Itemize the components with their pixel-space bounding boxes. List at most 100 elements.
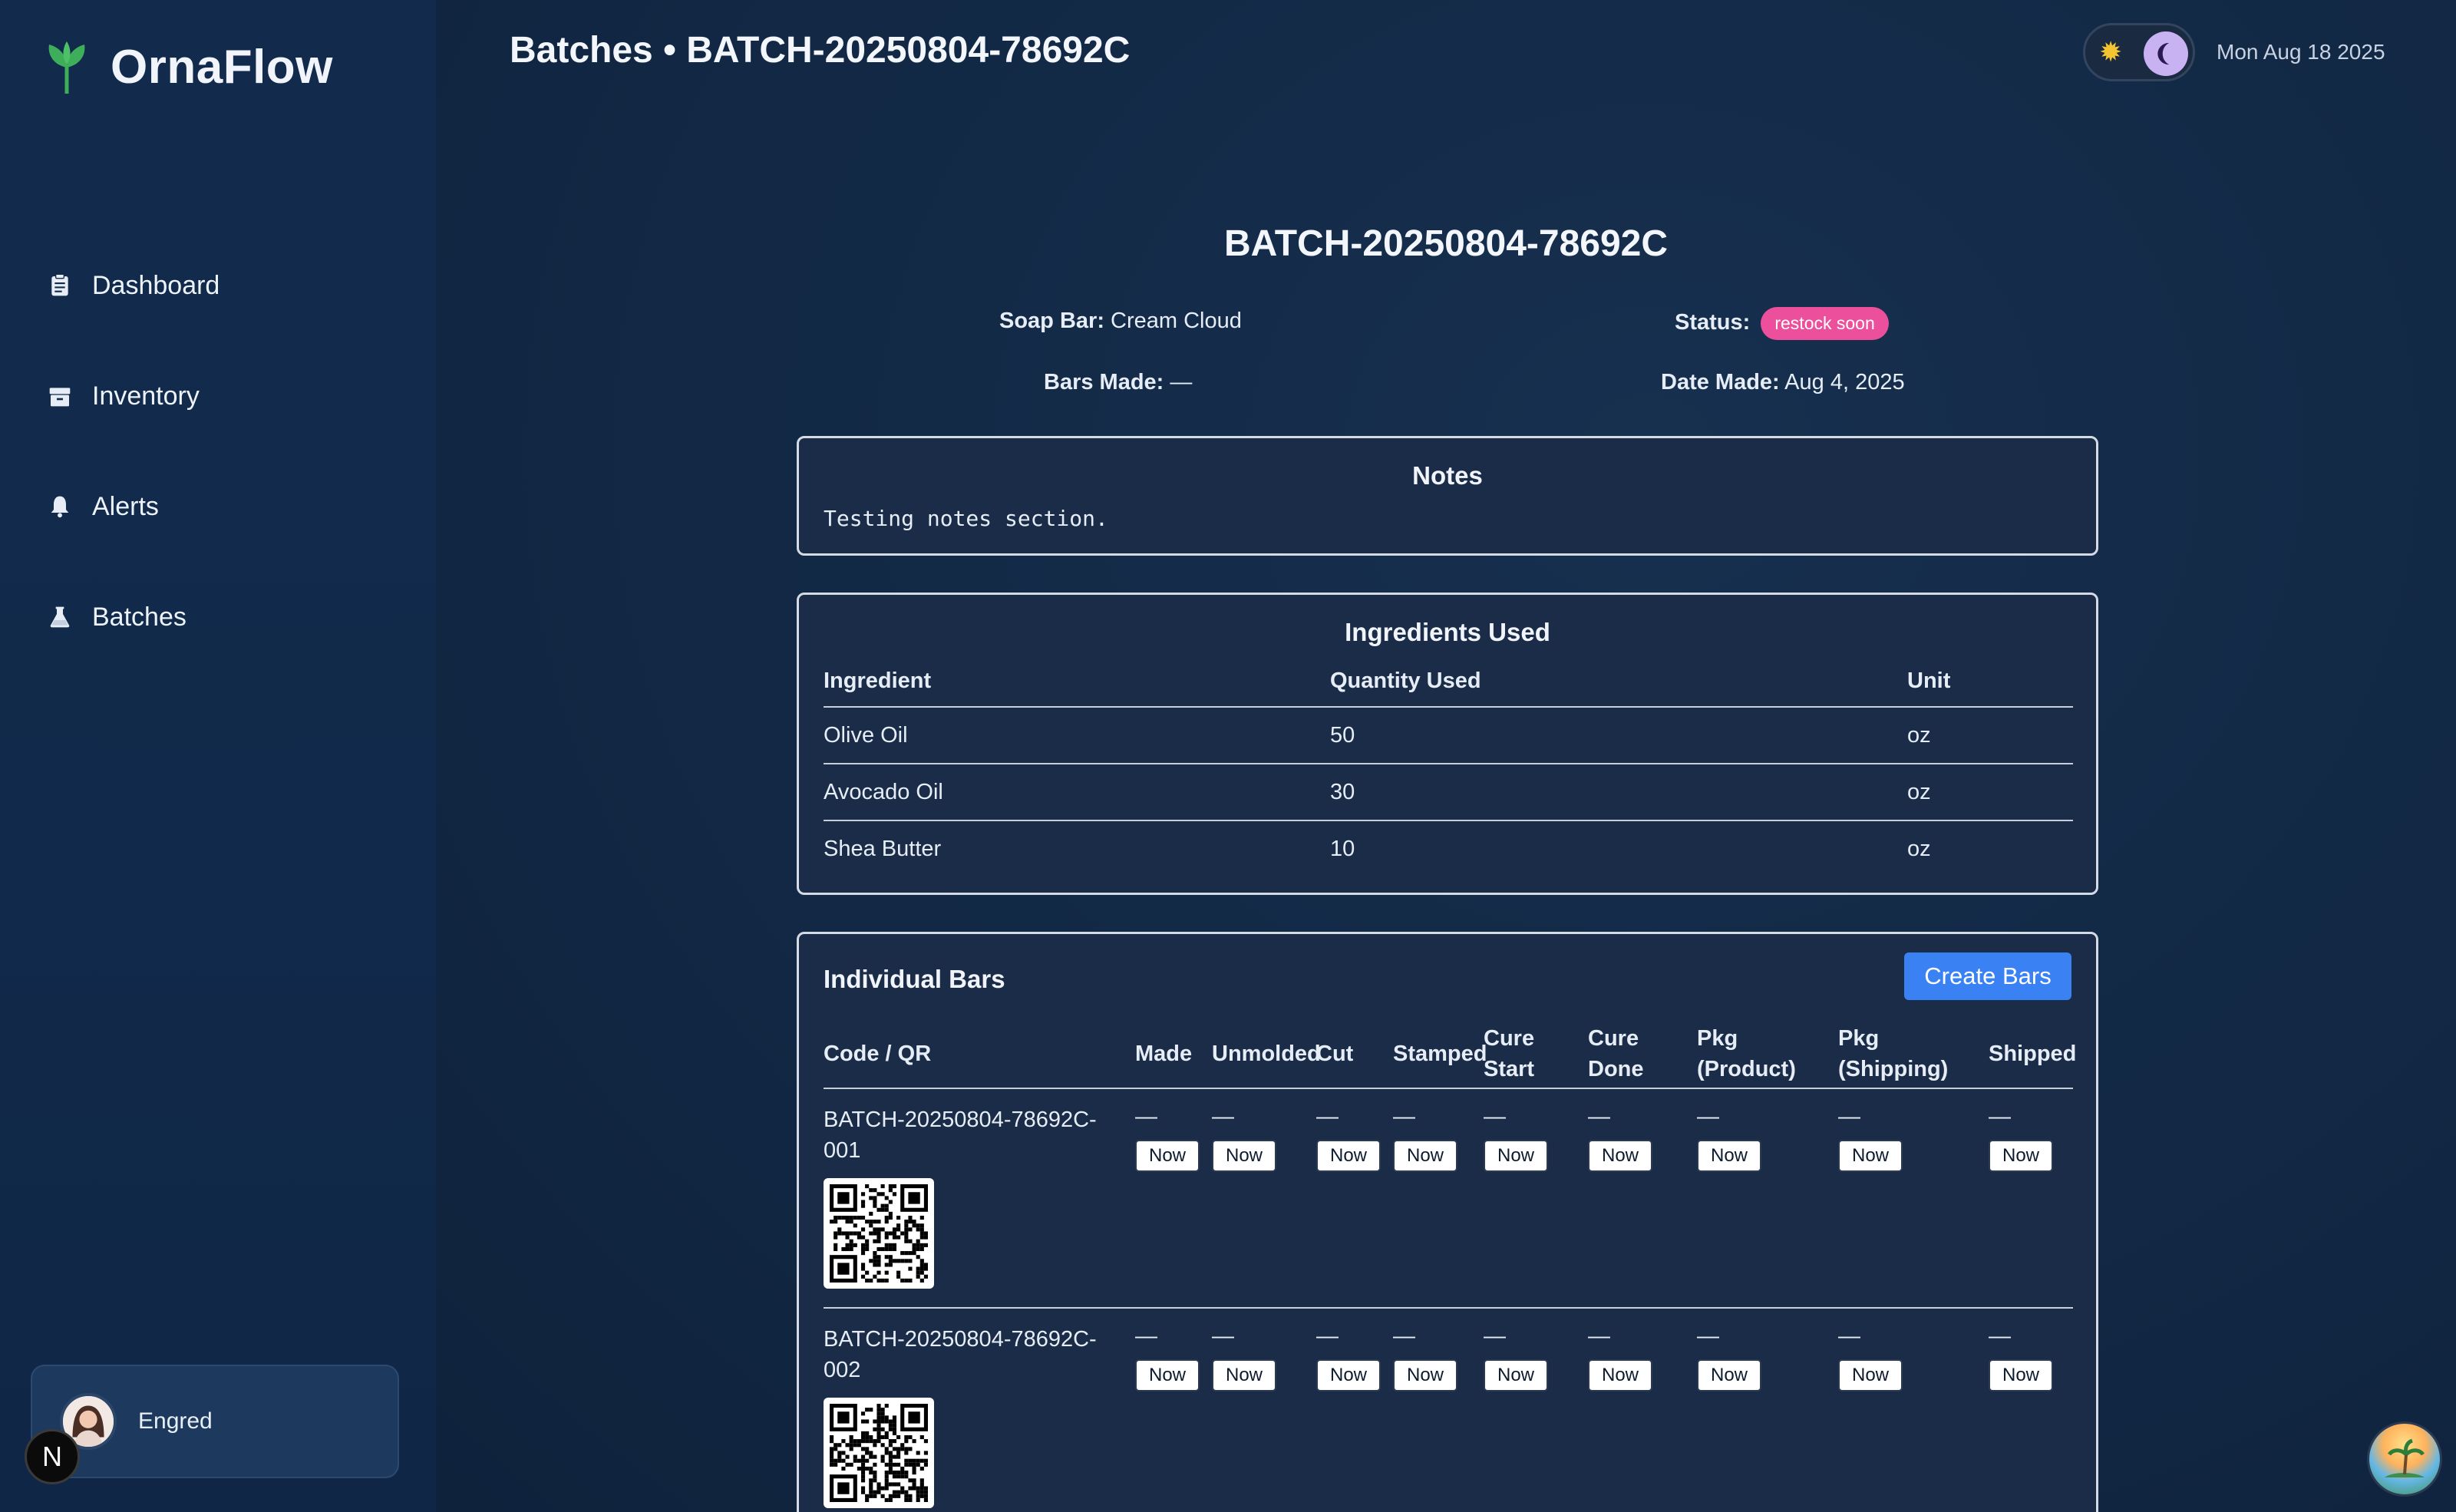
timestamp-value: — — [1393, 1324, 1415, 1349]
theme-toggle[interactable]: ✹ — [2083, 23, 2195, 81]
timestamp-value: — — [1838, 1324, 1860, 1349]
cure-start-now-button[interactable]: Now — [1484, 1359, 1548, 1392]
flask-icon — [50, 606, 70, 628]
timestamp-value: — — [1989, 1104, 2011, 1129]
timestamp-value: — — [1588, 1104, 1610, 1129]
qr-code-icon — [830, 1404, 928, 1502]
date-made-value: Aug 4, 2025 — [1784, 370, 1905, 395]
pkg-shipping-now-button[interactable]: Now — [1838, 1359, 1903, 1392]
qr-code[interactable] — [824, 1398, 934, 1508]
ingredients-card: Ingredients Used Ingredient Quantity Use… — [797, 593, 2098, 895]
timestamp-value: — — [1393, 1104, 1415, 1129]
individual-bars-title: Individual Bars — [824, 965, 1005, 993]
individual-bars-card: Individual Bars Create Bars Code / QR Ma… — [797, 932, 2098, 1512]
made-cell: — Now — [1135, 1104, 1200, 1172]
cut-now-button[interactable]: Now — [1316, 1359, 1381, 1392]
create-bars-button[interactable]: Create Bars — [1904, 952, 2071, 1000]
timestamp-value: — — [1212, 1104, 1234, 1129]
sidebar-nav: Dashboard Inventory Alerts Batches — [48, 230, 220, 672]
cut-cell: — Now — [1316, 1324, 1381, 1392]
sidebar-item-inventory[interactable]: Inventory — [48, 341, 220, 451]
sidebar-item-label: Inventory — [92, 381, 200, 411]
ingredient-unit: oz — [1907, 837, 1931, 861]
stamped-now-button[interactable]: Now — [1393, 1359, 1457, 1392]
pkg-product-now-button[interactable]: Now — [1697, 1140, 1761, 1172]
stamped-now-button[interactable]: Now — [1393, 1140, 1457, 1172]
app-logo[interactable]: OrnaFlow — [45, 40, 333, 94]
shipped-now-button[interactable]: Now — [1989, 1359, 2053, 1392]
cut-now-button[interactable]: Now — [1316, 1140, 1381, 1172]
framework-badge[interactable]: N — [25, 1429, 80, 1484]
column-header: Pkg (Shipping) — [1838, 1026, 1949, 1081]
unmolded-now-button[interactable]: Now — [1212, 1140, 1276, 1172]
pkg-shipping-cell: — Now — [1838, 1104, 1903, 1172]
column-header: Quantity Used — [1330, 656, 1907, 708]
bar-code: BATCH-20250804-78692C-002 — [824, 1327, 1097, 1382]
shipped-now-button[interactable]: Now — [1989, 1140, 2053, 1172]
cure-start-cell: — Now — [1484, 1324, 1548, 1392]
leaf-logo-icon — [48, 41, 85, 94]
palm-island-icon — [2385, 1438, 2425, 1477]
made-now-button[interactable]: Now — [1135, 1359, 1200, 1392]
user-name: Engred — [138, 1408, 213, 1434]
timestamp-value: — — [1212, 1324, 1234, 1349]
sidebar-item-label: Dashboard — [92, 270, 220, 300]
bars-made-meta: Bars Made: — — [1044, 370, 1192, 395]
page-title: Batches • BATCH-20250804-78692C — [510, 30, 1131, 71]
pkg-shipping-now-button[interactable]: Now — [1838, 1140, 1903, 1172]
cure-done-now-button[interactable]: Now — [1588, 1140, 1652, 1172]
made-cell: — Now — [1135, 1324, 1200, 1392]
sidebar-item-label: Batches — [92, 602, 187, 632]
shipped-cell: — Now — [1989, 1104, 2053, 1172]
moon-icon — [2157, 42, 2170, 65]
cure-done-cell: — Now — [1588, 1104, 1652, 1172]
assistant-avatar[interactable] — [2367, 1421, 2442, 1497]
timestamp-value: — — [1838, 1104, 1860, 1129]
unmolded-now-button[interactable]: Now — [1212, 1359, 1276, 1392]
bell-icon — [51, 496, 69, 518]
unmolded-cell: — Now — [1212, 1104, 1276, 1172]
notes-text: Testing notes section. — [824, 506, 1108, 531]
timestamp-value: — — [1316, 1324, 1339, 1349]
sidebar-item-dashboard[interactable]: Dashboard — [48, 230, 220, 341]
moon-toggle[interactable] — [2144, 31, 2188, 76]
pkg-product-now-button[interactable]: Now — [1697, 1359, 1761, 1392]
soap-bar-value: Cream Cloud — [1111, 309, 1242, 333]
bar-code: BATCH-20250804-78692C-001 — [824, 1108, 1097, 1163]
sidebar-item-batches[interactable]: Batches — [48, 562, 220, 672]
main-content: Batches • BATCH-20250804-78692C ✹ Mon Au… — [436, 0, 2456, 1512]
timestamp-value: — — [1697, 1104, 1719, 1129]
bars-made-value: — — [1170, 370, 1193, 395]
qr-code[interactable] — [824, 1178, 934, 1289]
timestamp-value: — — [1484, 1104, 1506, 1129]
top-bar: Batches • BATCH-20250804-78692C ✹ Mon Au… — [436, 0, 2456, 107]
cure-done-now-button[interactable]: Now — [1588, 1359, 1652, 1392]
ingredient-quantity: 30 — [1330, 764, 1907, 821]
bars-table-header: Code / QR Made Unmolded Cut Stamped Cure… — [824, 1020, 2076, 1089]
ingredient-quantity: 10 — [1330, 837, 1355, 861]
cure-start-now-button[interactable]: Now — [1484, 1140, 1548, 1172]
ingredients-title: Ingredients Used — [1345, 618, 1550, 646]
status-badge: restock soon — [1761, 307, 1889, 340]
timestamp-value: — — [1697, 1324, 1719, 1349]
column-header: Stamped — [1393, 1042, 1487, 1066]
column-header: Pkg (Product) — [1697, 1026, 1796, 1081]
column-header: Cure Done — [1588, 1026, 1644, 1081]
box-icon — [49, 388, 71, 407]
column-header: Code / QR — [824, 1042, 932, 1066]
column-header: Unit — [1907, 656, 2073, 708]
status-label: Status: — [1675, 310, 1751, 335]
ingredient-name: Shea Butter — [824, 837, 942, 861]
table-row: Olive Oil 50 oz — [824, 707, 2073, 764]
made-now-button[interactable]: Now — [1135, 1140, 1200, 1172]
sidebar-item-alerts[interactable]: Alerts — [48, 451, 220, 562]
user-card[interactable]: Engred — [31, 1365, 399, 1478]
cut-cell: — Now — [1316, 1104, 1381, 1172]
ingredient-unit: oz — [1907, 764, 2073, 821]
table-row: Shea Butter 10 oz — [824, 820, 2073, 877]
cure-start-cell: — Now — [1484, 1104, 1548, 1172]
timestamp-value: — — [1135, 1104, 1157, 1129]
pkg-shipping-cell: — Now — [1838, 1324, 1903, 1392]
sun-icon: ✹ — [2099, 36, 2123, 68]
column-header: Unmolded — [1212, 1042, 1321, 1066]
